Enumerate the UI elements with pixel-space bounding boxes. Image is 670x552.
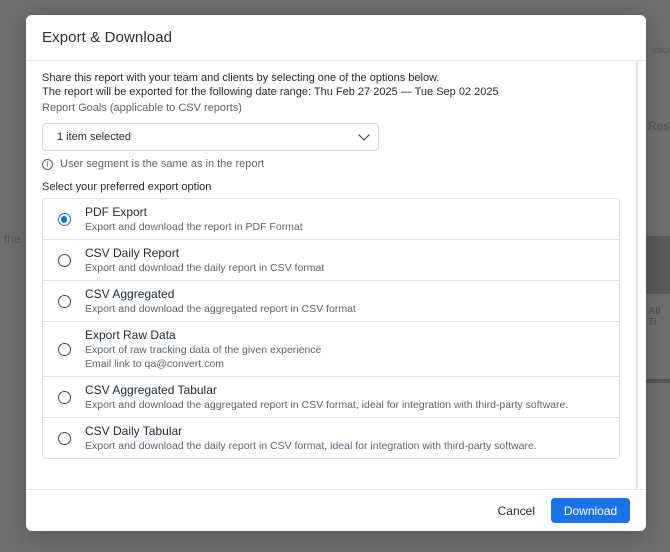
modal-scrollbar[interactable] xyxy=(636,61,638,489)
option-title: CSV Daily Report xyxy=(85,246,180,260)
backdrop-panel xyxy=(646,236,670,294)
option-csv-aggregated-tabular[interactable]: CSV Aggregated Tabular Export and downlo… xyxy=(43,377,619,418)
radio-export-raw-data[interactable] xyxy=(57,343,71,356)
option-description: Export and download the daily report in … xyxy=(85,262,325,274)
backdrop-text-left: the xyxy=(4,232,21,246)
radio-csv-daily-tabular[interactable] xyxy=(57,432,71,445)
backdrop-text-right-2: All Ti xyxy=(648,306,661,328)
option-title: CSV Aggregated Tabular xyxy=(85,383,217,397)
report-goals-label: Report Goals (applicable to CSV reports) xyxy=(42,102,242,114)
backdrop-text-right: Rese xyxy=(648,119,670,133)
modal-header: Export & Download xyxy=(26,15,646,61)
option-description: Export and download the daily report in … xyxy=(85,440,537,452)
option-title: CSV Aggregated xyxy=(85,287,175,301)
modal-title: Export & Download xyxy=(42,29,173,46)
option-csv-daily-tabular[interactable]: CSV Daily Tabular Export and download th… xyxy=(43,418,619,458)
option-description: Export of raw tracking data of the given… xyxy=(85,344,322,356)
report-goals-select[interactable]: 1 item selected xyxy=(42,123,379,151)
intro-text: Share this report with your team and cli… xyxy=(42,71,620,99)
option-csv-aggregated[interactable]: CSV Aggregated Export and download the a… xyxy=(43,281,619,322)
option-export-raw-data[interactable]: Export Raw Data Export of raw tracking d… xyxy=(43,322,619,377)
radio-csv-daily-report[interactable] xyxy=(57,254,71,267)
modal-body: Share this report with your team and cli… xyxy=(26,61,636,489)
option-title: Export Raw Data xyxy=(85,328,176,342)
option-description: Export and download the aggregated repor… xyxy=(85,399,569,411)
intro-line-1: Share this report with your team and cli… xyxy=(42,72,440,84)
option-title: PDF Export xyxy=(85,205,148,219)
option-email-note: Email link to qa@convert.com xyxy=(85,358,225,370)
info-icon: i xyxy=(42,158,53,170)
report-goals-select-value: 1 item selected xyxy=(57,131,131,143)
export-download-modal: Export & Download Share this report with… xyxy=(26,15,646,531)
option-pdf-export[interactable]: PDF Export Export and download the repor… xyxy=(43,199,619,240)
radio-csv-aggregated-tabular[interactable] xyxy=(57,391,71,404)
intro-line-2: The report will be exported for the foll… xyxy=(42,86,499,98)
option-description: Export and download the aggregated repor… xyxy=(85,303,356,315)
segment-info: i User segment is the same as in the rep… xyxy=(42,158,620,170)
segment-info-text: User segment is the same as in the repor… xyxy=(60,158,265,170)
option-description: Export and download the report in PDF Fo… xyxy=(85,221,303,233)
backdrop-text-top: ssion xyxy=(652,45,670,55)
cancel-button[interactable]: Cancel xyxy=(498,504,535,518)
export-option-label: Select your preferred export option xyxy=(42,181,212,193)
radio-csv-aggregated[interactable] xyxy=(57,295,71,308)
download-button[interactable]: Download xyxy=(551,498,630,523)
export-options-list: PDF Export Export and download the repor… xyxy=(42,198,620,459)
option-csv-daily-report[interactable]: CSV Daily Report Export and download the… xyxy=(43,240,619,281)
chevron-down-icon xyxy=(358,129,370,141)
radio-pdf-export[interactable] xyxy=(57,213,71,226)
option-title: CSV Daily Tabular xyxy=(85,424,183,438)
backdrop-divider xyxy=(646,379,670,383)
modal-footer: Cancel Download xyxy=(26,489,646,531)
